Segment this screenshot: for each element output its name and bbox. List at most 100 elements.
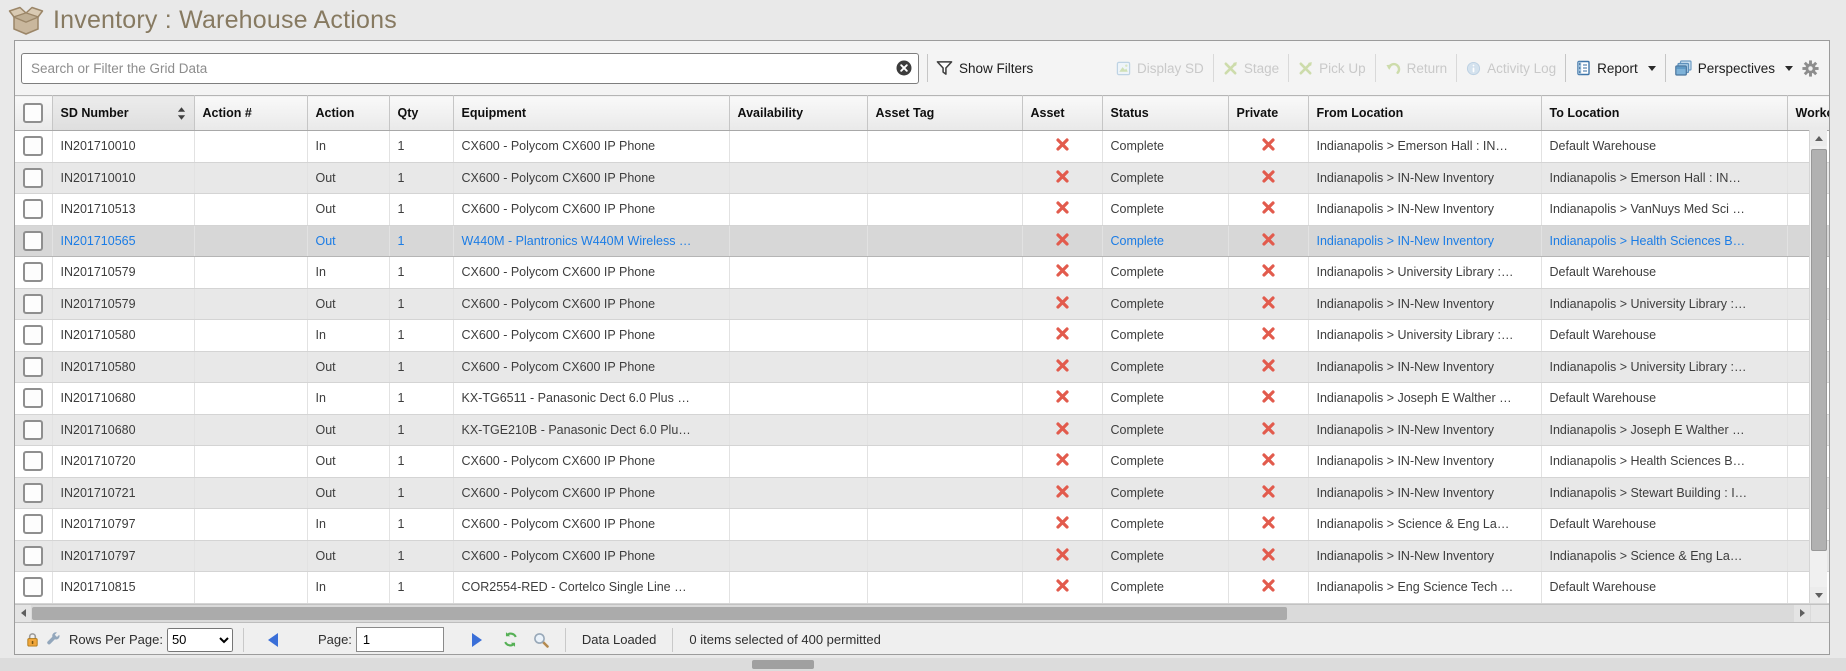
app-header: Inventory : Warehouse Actions <box>0 0 397 40</box>
stage-button[interactable]: Stage <box>1223 61 1279 76</box>
row-checkbox[interactable] <box>23 199 43 219</box>
row-checkbox[interactable] <box>23 325 43 345</box>
column-header-availability[interactable]: Availability <box>729 96 867 131</box>
table-row[interactable]: IN201710579 In 1 CX600 - Polycom CX600 I… <box>15 257 1830 289</box>
row-checkbox[interactable] <box>23 262 43 282</box>
scroll-right-arrow[interactable] <box>1794 605 1810 622</box>
info-circle-icon <box>1466 61 1481 76</box>
column-header-private[interactable]: Private <box>1228 96 1308 131</box>
table-row[interactable]: IN201710513 Out 1 CX600 - Polycom CX600 … <box>15 194 1830 226</box>
sort-icon[interactable] <box>177 106 186 121</box>
activity-log-button[interactable]: Activity Log <box>1466 61 1556 76</box>
next-page-button[interactable] <box>472 633 482 647</box>
cell-action-number <box>194 572 307 604</box>
window-horizontal-scrollbar[interactable] <box>0 658 1846 671</box>
row-checkbox-cell <box>15 446 52 478</box>
cell-qty: 1 <box>389 131 453 163</box>
previous-page-button[interactable] <box>268 633 278 647</box>
row-checkbox[interactable] <box>23 420 43 440</box>
grid-vertical-scrollbar[interactable] <box>1809 130 1827 603</box>
table-row[interactable]: IN201710680 In 1 KX-TG6511 - Panasonic D… <box>15 383 1830 415</box>
search-magnifier-icon[interactable] <box>533 632 549 648</box>
cell-sd-number: IN201710010 <box>52 131 194 163</box>
red-x-icon <box>1261 389 1276 407</box>
report-button[interactable]: Report <box>1575 60 1656 76</box>
column-header-from[interactable]: From Location <box>1308 96 1541 131</box>
row-checkbox[interactable] <box>23 357 43 377</box>
table-row[interactable]: IN201710721 Out 1 CX600 - Polycom CX600 … <box>15 477 1830 509</box>
column-header-equipment[interactable]: Equipment <box>453 96 729 131</box>
table-row[interactable]: IN201710010 Out 1 CX600 - Polycom CX600 … <box>15 162 1830 194</box>
display-sd-button[interactable]: Display SD <box>1116 61 1204 76</box>
row-checkbox[interactable] <box>23 294 43 314</box>
show-filters-button[interactable]: Show Filters <box>936 60 1033 76</box>
row-checkbox[interactable] <box>23 168 43 188</box>
row-checkbox[interactable] <box>23 514 43 534</box>
horizontal-scroll-thumb[interactable] <box>32 607 1287 620</box>
table-row[interactable]: IN201710010 In 1 CX600 - Polycom CX600 I… <box>15 131 1830 163</box>
column-header-status[interactable]: Status <box>1102 96 1228 131</box>
grid-horizontal-scrollbar[interactable] <box>15 604 1829 622</box>
pick-up-button[interactable]: Pick Up <box>1298 61 1366 76</box>
search-input[interactable] <box>21 53 919 84</box>
cell-action-number <box>194 194 307 226</box>
lock-icon[interactable] <box>25 631 40 648</box>
page-number-input[interactable] <box>356 627 444 652</box>
cell-action-number <box>194 383 307 415</box>
row-checkbox[interactable] <box>23 483 43 503</box>
cell-action-number <box>194 162 307 194</box>
scroll-down-arrow[interactable] <box>1810 587 1827 603</box>
cell-action: Out <box>307 477 389 509</box>
cell-asset <box>1022 162 1102 194</box>
table-row[interactable]: IN201710680 Out 1 KX-TGE210B - Panasonic… <box>15 414 1830 446</box>
select-all-checkbox[interactable] <box>23 103 43 123</box>
toolbar-separator <box>927 54 928 82</box>
scroll-left-arrow[interactable] <box>15 605 31 622</box>
rows-per-page-select[interactable]: 50 <box>167 628 233 652</box>
table-row[interactable]: IN201710580 In 1 CX600 - Polycom CX600 I… <box>15 320 1830 352</box>
row-checkbox[interactable] <box>23 451 43 471</box>
column-header-asset_tag[interactable]: Asset Tag <box>867 96 1022 131</box>
scrollbar-corner <box>1811 605 1829 622</box>
perspectives-layers-icon <box>1675 60 1692 76</box>
table-row[interactable]: IN201710797 Out 1 CX600 - Polycom CX600 … <box>15 540 1830 572</box>
column-header-sd[interactable]: SD Number <box>52 96 194 131</box>
cell-equipment: CX600 - Polycom CX600 IP Phone <box>453 540 729 572</box>
table-row[interactable]: IN201710797 In 1 CX600 - Polycom CX600 I… <box>15 509 1830 541</box>
display-sd-icon <box>1116 61 1131 76</box>
row-checkbox[interactable] <box>23 136 43 156</box>
settings-gear-icon[interactable] <box>1802 60 1819 77</box>
column-header-action[interactable]: Action <box>307 96 389 131</box>
cell-private <box>1228 446 1308 478</box>
table-row[interactable]: IN201710580 Out 1 CX600 - Polycom CX600 … <box>15 351 1830 383</box>
cell-action-number <box>194 320 307 352</box>
wrench-icon[interactable] <box>46 632 61 647</box>
column-header-qty[interactable]: Qty <box>389 96 453 131</box>
perspectives-button[interactable]: Perspectives <box>1675 60 1793 76</box>
cell-private <box>1228 383 1308 415</box>
row-checkbox[interactable] <box>23 388 43 408</box>
clear-search-icon[interactable] <box>896 60 912 76</box>
cell-sd-number: IN201710797 <box>52 540 194 572</box>
cell-sd-number: IN201710579 <box>52 288 194 320</box>
cell-availability <box>729 288 867 320</box>
table-row[interactable]: IN201710579 Out 1 CX600 - Polycom CX600 … <box>15 288 1830 320</box>
window-scroll-thumb[interactable] <box>752 660 814 669</box>
row-checkbox[interactable] <box>23 231 43 251</box>
table-row[interactable]: IN201710815 In 1 COR2554-RED - Cortelco … <box>15 572 1830 604</box>
table-row[interactable]: IN201710720 Out 1 CX600 - Polycom CX600 … <box>15 446 1830 478</box>
vertical-scroll-thumb[interactable] <box>1811 149 1827 551</box>
row-checkbox[interactable] <box>23 546 43 566</box>
scroll-up-arrow[interactable] <box>1810 130 1827 146</box>
cell-from-location: Indianapolis > IN-New Inventory <box>1308 446 1541 478</box>
red-x-icon <box>1055 578 1070 596</box>
return-button[interactable]: Return <box>1385 61 1448 76</box>
refresh-icon[interactable] <box>502 631 519 648</box>
row-checkbox[interactable] <box>23 577 43 597</box>
table-row[interactable]: IN201710565 Out 1 W440M - Plantronics W4… <box>15 225 1830 257</box>
column-header-work[interactable]: Worko <box>1787 96 1830 131</box>
column-header-asset[interactable]: Asset <box>1022 96 1102 131</box>
column-header-to[interactable]: To Location <box>1541 96 1787 131</box>
cell-to-location: Indianapolis > Health Sciences B… <box>1541 225 1787 257</box>
column-header-action_no[interactable]: Action # <box>194 96 307 131</box>
